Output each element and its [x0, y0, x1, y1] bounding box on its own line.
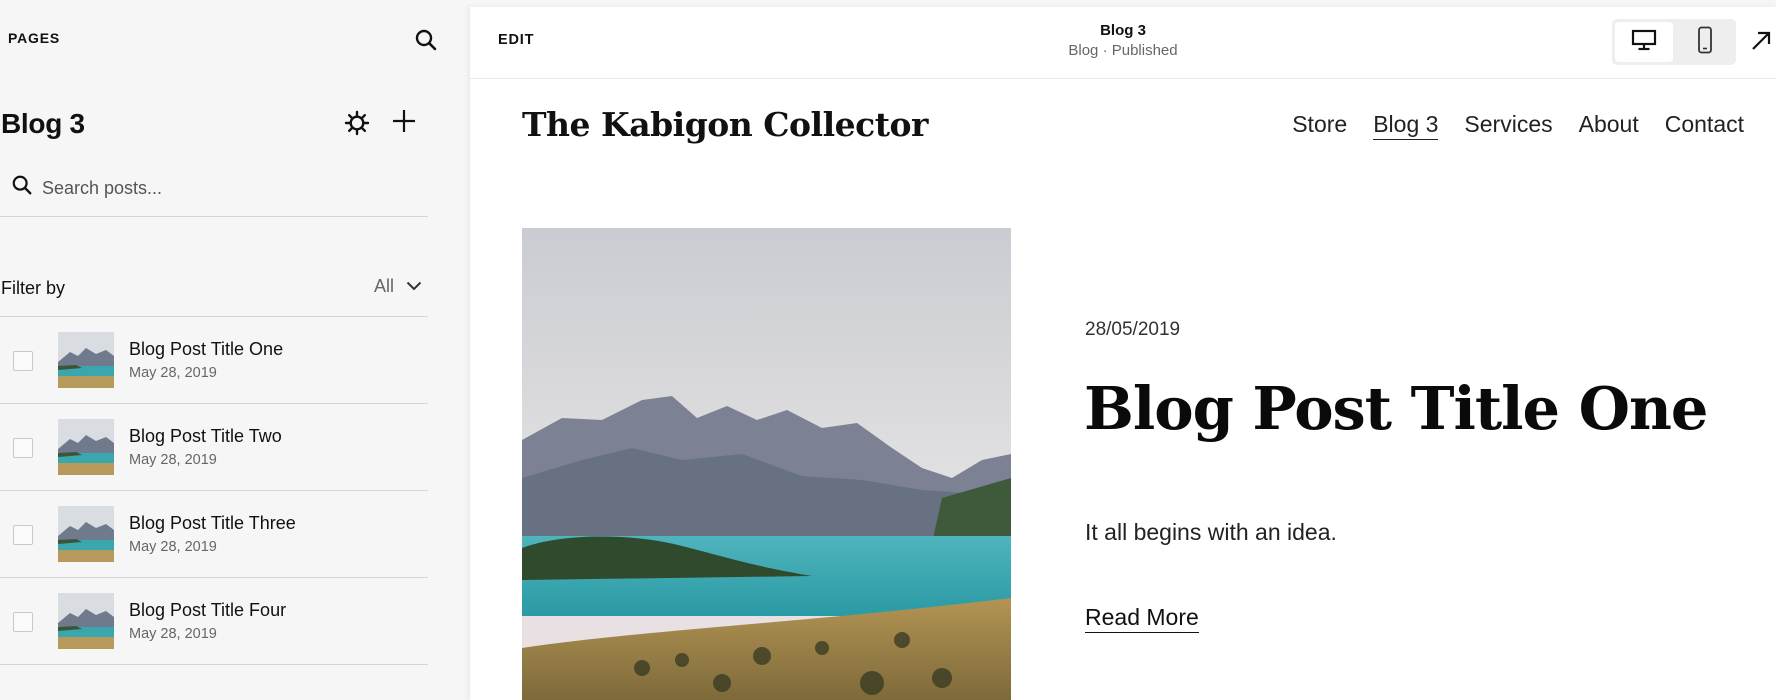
- nav-link-services[interactable]: Services: [1464, 111, 1552, 140]
- site-preview: EDIT Blog 3 Blog · Published The Kabigon…: [470, 7, 1776, 700]
- post-date: May 28, 2019: [129, 452, 217, 468]
- filter-dropdown[interactable]: All: [374, 276, 422, 297]
- post-excerpt: It all begins with an idea.: [1085, 519, 1337, 545]
- nav-link-contact[interactable]: Contact: [1665, 111, 1744, 140]
- post-title: Blog Post Title Three: [129, 513, 296, 533]
- post-title: Blog Post Title Two: [129, 426, 282, 446]
- post-featured-image[interactable]: [522, 228, 1011, 700]
- post-title: Blog Post Title Four: [129, 600, 287, 620]
- page-title: Blog 3: [1, 108, 85, 139]
- desktop-icon: [1631, 29, 1657, 56]
- site-nav: Store Blog 3 Services About Contact: [1292, 111, 1744, 140]
- post-title: Blog Post Title One: [129, 339, 284, 359]
- search-posts-input[interactable]: [42, 170, 412, 206]
- post-thumbnail: [58, 332, 114, 388]
- list-item[interactable]: Blog Post Title Four May 28, 2019: [0, 578, 428, 665]
- post-checkbox[interactable]: [13, 438, 33, 458]
- preview-toolbar: EDIT Blog 3 Blog · Published: [470, 7, 1776, 79]
- page-status: Blog · Published: [1068, 42, 1178, 59]
- mobile-view-button[interactable]: [1676, 22, 1734, 62]
- desktop-view-button[interactable]: [1615, 22, 1673, 62]
- list-item[interactable]: Blog Post Title Three May 28, 2019: [0, 491, 428, 578]
- nav-link-blog-3[interactable]: Blog 3: [1373, 111, 1439, 140]
- post-thumbnail: [58, 419, 114, 475]
- list-item[interactable]: Blog Post Title Two May 28, 2019: [0, 404, 428, 491]
- post-checkbox[interactable]: [13, 525, 33, 545]
- post-thumbnail: [58, 593, 114, 649]
- post-date: May 28, 2019: [129, 539, 217, 555]
- post-date: 28/05/2019: [1085, 319, 1181, 340]
- chevron-down-icon: [406, 278, 422, 296]
- post-checkbox[interactable]: [13, 612, 33, 632]
- filter-value: All: [373, 276, 394, 296]
- search-icon: [11, 174, 33, 201]
- search-posts-box: [0, 170, 428, 217]
- site-logo[interactable]: The Kabigon Collector: [522, 105, 928, 144]
- arrow-up-right-icon[interactable]: [1750, 30, 1772, 57]
- post-date: May 28, 2019: [129, 365, 217, 381]
- pages-sidebar: PAGES Blog 3 Filter by All: [0, 0, 470, 700]
- nav-link-store[interactable]: Store: [1292, 111, 1347, 140]
- post-checkbox[interactable]: [13, 351, 33, 371]
- plus-icon[interactable]: [391, 108, 417, 139]
- gear-icon[interactable]: [344, 110, 370, 141]
- device-toggle: [1612, 19, 1736, 65]
- post-thumbnail: [58, 506, 114, 562]
- post-list: Blog Post Title One May 28, 2019 Blog Po…: [0, 317, 428, 665]
- mobile-icon: [1697, 26, 1713, 59]
- post-headline[interactable]: Blog Post Title One: [1084, 374, 1764, 443]
- post-date: May 28, 2019: [129, 626, 217, 642]
- sidebar-header: PAGES: [8, 30, 60, 46]
- nav-link-about[interactable]: About: [1579, 111, 1639, 140]
- filter-label: Filter by: [1, 278, 66, 298]
- current-page-name: Blog 3: [1100, 22, 1146, 39]
- read-more-link[interactable]: Read More: [1085, 604, 1199, 633]
- list-item[interactable]: Blog Post Title One May 28, 2019: [0, 317, 428, 404]
- filter-row: Filter by All: [0, 270, 428, 317]
- search-icon[interactable]: [414, 28, 438, 57]
- page-status-header: Blog 3 Blog · Published: [470, 22, 1776, 59]
